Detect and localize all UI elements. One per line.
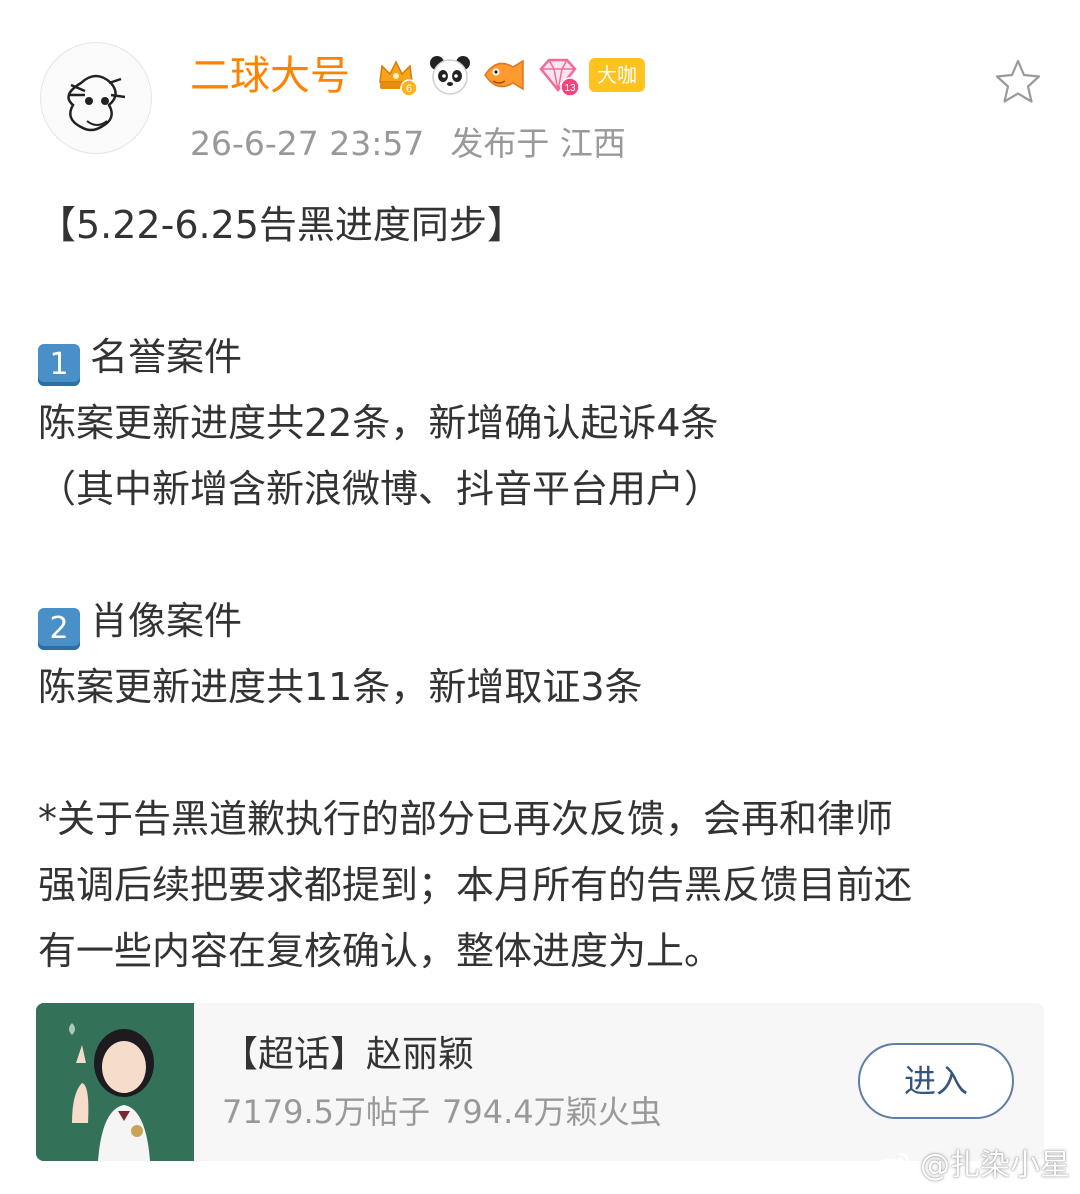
avatar-doodle-image [42,44,150,152]
svg-text:6: 6 [406,83,412,95]
favorite-star-icon[interactable] [992,56,1044,108]
avatar[interactable] [40,42,152,154]
diamond-level-13-badge[interactable]: 13 [535,52,581,98]
weibo-logo-icon [874,1152,911,1182]
note-line-3: 有一些内容在复核确认，整体进度为上。 [38,929,723,973]
post-time: 26-6-27 23:57 [190,124,425,163]
section-2-line-1: 陈案更新进度共11条，新增取证3条 [38,665,643,709]
user-badges: 6 13 大咖 [373,52,645,98]
topic-stats: 7179.5万帖子 794.4万颖火虫 [222,1089,662,1135]
watermark-text: @扎染小星 [920,1148,1070,1183]
post-meta: 26-6-27 23:57 发布于 江西 [190,120,626,168]
section-heading-1: 1 名誉案件 [38,324,1048,390]
topic-title: 【超话】赵丽颖 [222,1034,475,1075]
section-heading-2: 2 肖像案件 [38,588,1048,654]
crown-level-6-badge[interactable]: 6 [373,52,419,98]
super-topic-card[interactable]: 【超话】赵丽颖 7179.5万帖子 794.4万颖火虫 进入 [36,1003,1044,1161]
enter-button[interactable]: 进入 [858,1043,1014,1119]
post-location: 发布于 江西 [450,124,626,163]
keycap-1-icon: 1 [38,344,80,386]
topic-thumbnail [36,1003,194,1161]
svg-text:13: 13 [564,83,576,94]
section-1-line-2: （其中新增含新浪微博、抖音平台用户） [38,467,723,511]
username[interactable]: 二球大号 [190,48,350,104]
post-title: 【5.22-6.25告黑进度同步】 [38,203,525,247]
note-line-1: *关于告黑道歉执行的部分已再次反馈，会再和律师 [38,797,894,841]
section-heading-1-text: 名誉案件 [90,335,243,379]
section-heading-2-text: 肖像案件 [90,599,243,643]
fish-badge[interactable] [481,52,527,98]
vip-badge[interactable]: 大咖 [589,58,645,92]
topic-thumbnail-image [36,1003,194,1161]
panda-badge[interactable] [427,52,473,98]
watermark: @扎染小星 [874,1143,1070,1189]
topic-post-count: 7179.5万帖子 [222,1093,430,1131]
topic-fan-count: 794.4万颖火虫 [441,1093,662,1131]
note-line-2: 强调后续把要求都提到；本月所有的告黑反馈目前还 [38,863,913,907]
section-1-line-1: 陈案更新进度共22条，新增确认起诉4条 [38,401,719,445]
keycap-2-icon: 2 [38,608,80,650]
post-body: 【5.22-6.25告黑进度同步】 1 名誉案件 陈案更新进度共22条，新增确认起… [38,192,1048,984]
